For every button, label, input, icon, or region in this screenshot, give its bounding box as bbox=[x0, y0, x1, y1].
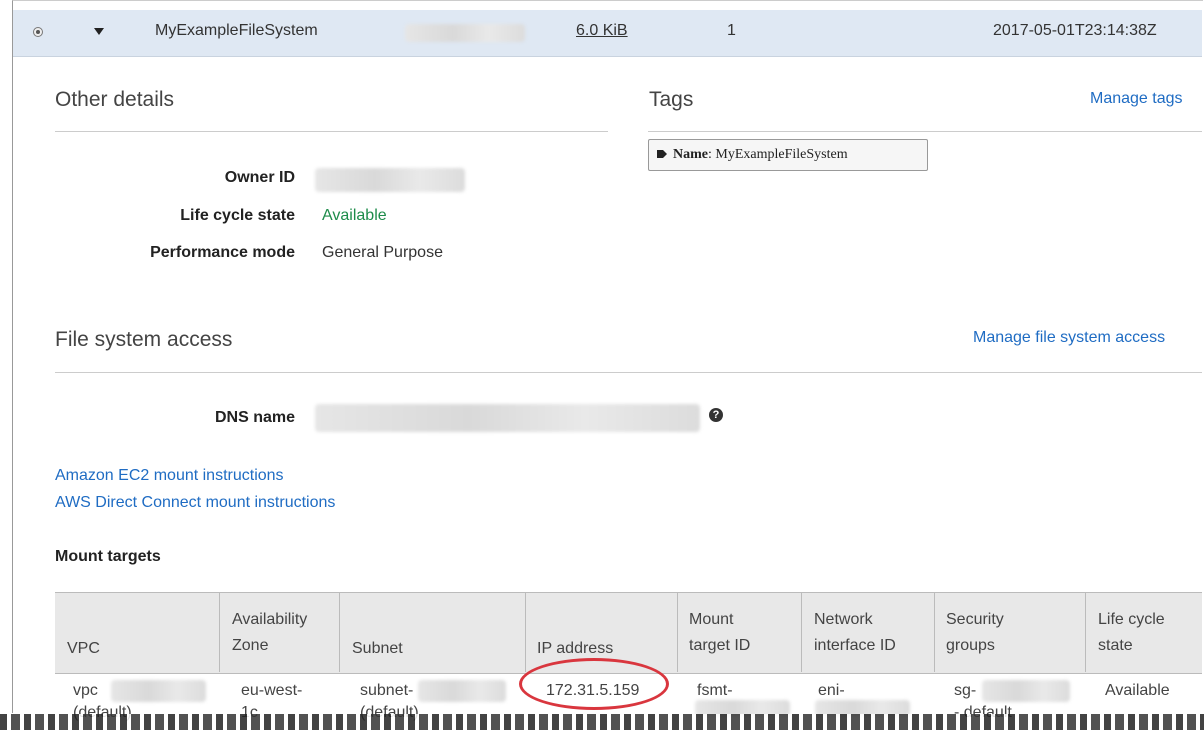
tag-key: Name bbox=[673, 147, 708, 162]
divider bbox=[55, 131, 608, 132]
column-header-network-interface-id: Network interface ID bbox=[814, 611, 896, 654]
manage-tags-link[interactable]: Manage tags bbox=[1090, 90, 1183, 108]
row-radio-button[interactable] bbox=[33, 27, 43, 37]
redacted-dns-name bbox=[315, 404, 700, 432]
redacted-subnet-id bbox=[418, 680, 506, 702]
manage-file-system-access-link[interactable]: Manage file system access bbox=[973, 329, 1165, 347]
column-header-lifecycle-state: Life cycle state bbox=[1098, 611, 1165, 654]
help-icon[interactable]: ? bbox=[709, 408, 723, 422]
redacted-vpc-id bbox=[111, 680, 206, 702]
column-header-mount-target-id: Mount target ID bbox=[689, 611, 751, 654]
ec2-mount-instructions-link[interactable]: Amazon EC2 mount instructions bbox=[55, 467, 284, 485]
tags-heading: Tags bbox=[649, 88, 694, 111]
chevron-down-icon[interactable] bbox=[94, 28, 104, 35]
column-header-subnet: Subnet bbox=[352, 640, 403, 657]
creation-time: 2017-05-01T23:14:38Z bbox=[993, 22, 1157, 39]
metered-size-link[interactable]: 6.0 KiB bbox=[576, 22, 628, 40]
lifecycle-value: Available bbox=[322, 207, 387, 224]
column-divider bbox=[677, 592, 678, 672]
column-divider bbox=[219, 592, 220, 672]
column-divider bbox=[339, 592, 340, 672]
column-divider bbox=[801, 592, 802, 672]
column-divider bbox=[1085, 592, 1086, 672]
cell-network-interface-id: eni- bbox=[818, 682, 845, 699]
owner-id-label: Owner ID bbox=[224, 169, 295, 186]
file-system-access-heading: File system access bbox=[55, 328, 233, 351]
performance-mode-value: General Purpose bbox=[322, 244, 443, 261]
column-header-vpc: VPC bbox=[67, 640, 100, 657]
divider bbox=[648, 131, 1202, 132]
tag-chip: Name: MyExampleFileSystem bbox=[648, 139, 928, 171]
divider bbox=[55, 372, 1202, 373]
mount-target-count: 1 bbox=[727, 22, 736, 39]
redacted-owner-id bbox=[315, 168, 465, 192]
cell-mount-target-id: fsmt- bbox=[697, 682, 733, 699]
mount-targets-heading: Mount targets bbox=[55, 548, 161, 565]
lifecycle-label: Life cycle state bbox=[180, 207, 295, 224]
redacted-file-system-id bbox=[405, 24, 525, 42]
cell-lifecycle-state: Available bbox=[1105, 682, 1170, 699]
torn-edge bbox=[0, 714, 1204, 730]
column-header-security-groups: Security groups bbox=[946, 611, 1004, 654]
direct-connect-mount-instructions-link[interactable]: AWS Direct Connect mount instructions bbox=[55, 494, 335, 512]
column-divider bbox=[525, 592, 526, 672]
redacted-security-group-id bbox=[982, 680, 1070, 702]
column-header-availability-zone: Availability Zone bbox=[232, 611, 308, 654]
other-details-heading: Other details bbox=[55, 88, 175, 111]
performance-mode-label: Performance mode bbox=[150, 244, 295, 261]
file-system-name: MyExampleFileSystem bbox=[155, 22, 318, 39]
tag-icon bbox=[657, 150, 667, 158]
dns-name-label: DNS name bbox=[214, 409, 295, 426]
tag-value: : MyExampleFileSystem bbox=[708, 147, 848, 162]
column-divider bbox=[934, 592, 935, 672]
highlight-circle bbox=[519, 658, 669, 710]
